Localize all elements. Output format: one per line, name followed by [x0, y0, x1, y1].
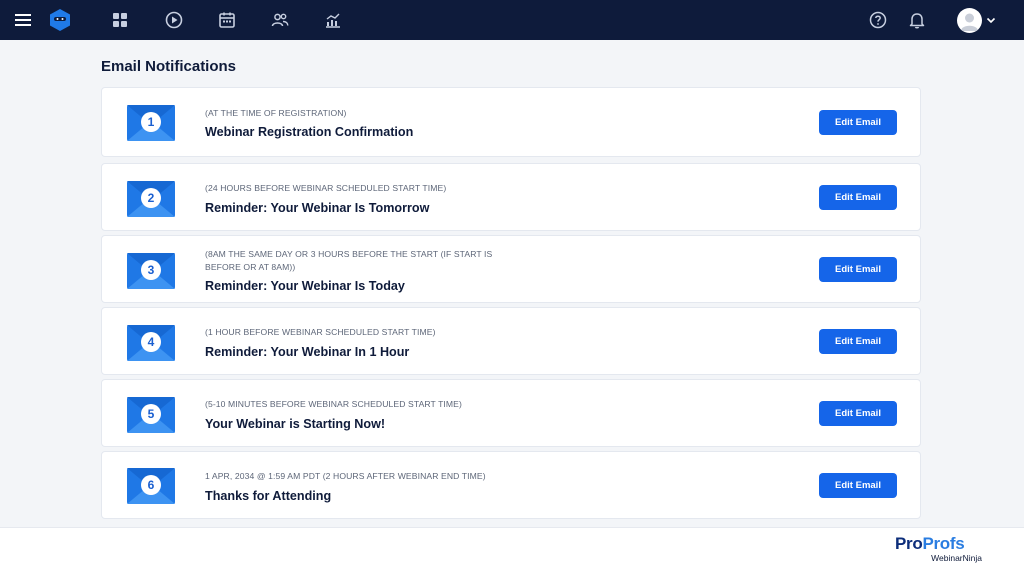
analytics-icon[interactable] — [323, 10, 343, 30]
chevron-down-icon[interactable] — [985, 13, 997, 25]
top-navigation-bar — [0, 0, 1024, 40]
email-card: 1 (AT THE TIME OF REGISTRATION) Webinar … — [101, 87, 921, 157]
email-card: 5 (5-10 MINUTES BEFORE WEBINAR SCHEDULED… — [101, 379, 921, 447]
email-title: Reminder: Your Webinar Is Today — [205, 279, 405, 293]
email-timing: (8AM THE SAME DAY OR 3 HOURS BEFORE THE … — [205, 249, 493, 272]
email-number: 6 — [141, 475, 161, 495]
edit-email-button[interactable]: Edit Email — [819, 110, 897, 135]
email-timing: (1 HOUR BEFORE WEBINAR SCHEDULED START T… — [205, 327, 436, 337]
email-card: 4 (1 HOUR BEFORE WEBINAR SCHEDULED START… — [101, 307, 921, 375]
email-number: 3 — [141, 260, 161, 280]
email-number: 1 — [141, 112, 161, 132]
email-timing: (5-10 MINUTES BEFORE WEBINAR SCHEDULED S… — [205, 399, 462, 409]
email-timing: (AT THE TIME OF REGISTRATION) — [205, 108, 347, 118]
edit-email-button[interactable]: Edit Email — [819, 473, 897, 498]
proprofs-logo: ProProfs WebinarNinja — [895, 535, 987, 564]
edit-email-button[interactable]: Edit Email — [819, 185, 897, 210]
email-title: Reminder: Your Webinar Is Tomorrow — [205, 201, 430, 215]
brand-logo-icon[interactable] — [48, 8, 72, 32]
footer — [0, 527, 1024, 576]
logo-subtitle: WebinarNinja — [931, 553, 982, 563]
envelope-icon: 2 — [127, 181, 175, 217]
envelope-icon: 5 — [127, 397, 175, 433]
email-number: 5 — [141, 404, 161, 424]
avatar[interactable] — [957, 8, 982, 33]
logo-wordmark: ProProfs — [895, 535, 987, 553]
envelope-icon: 1 — [127, 105, 175, 141]
envelope-icon: 6 — [127, 468, 175, 504]
play-icon[interactable] — [164, 10, 184, 30]
email-timing: (24 HOURS BEFORE WEBINAR SCHEDULED START… — [205, 183, 447, 193]
email-number: 2 — [141, 188, 161, 208]
email-title: Thanks for Attending — [205, 489, 332, 503]
envelope-icon: 4 — [127, 325, 175, 361]
email-title: Webinar Registration Confirmation — [205, 125, 414, 139]
edit-email-button[interactable]: Edit Email — [819, 329, 897, 354]
bell-icon[interactable] — [907, 10, 927, 30]
edit-email-button[interactable]: Edit Email — [819, 257, 897, 282]
logo-part-pro: Pro — [895, 534, 923, 553]
envelope-icon: 3 — [127, 253, 175, 289]
email-card: 3 (8AM THE SAME DAY OR 3 HOURS BEFORE TH… — [101, 235, 921, 303]
email-timing: 1 APR, 2034 @ 1:59 AM PDT (2 HOURS AFTER… — [205, 471, 486, 481]
help-icon[interactable] — [868, 10, 888, 30]
menu-icon[interactable] — [13, 10, 33, 30]
logo-part-profs: Profs — [922, 534, 965, 553]
page-title: Email Notifications — [101, 58, 237, 75]
users-icon[interactable] — [270, 10, 290, 30]
email-title: Reminder: Your Webinar In 1 Hour — [205, 345, 410, 359]
edit-email-button[interactable]: Edit Email — [819, 401, 897, 426]
email-card: 2 (24 HOURS BEFORE WEBINAR SCHEDULED STA… — [101, 163, 921, 231]
email-title: Your Webinar is Starting Now! — [205, 417, 386, 431]
email-number: 4 — [141, 332, 161, 352]
calendar-icon[interactable] — [217, 10, 237, 30]
dashboard-icon[interactable] — [110, 10, 130, 30]
email-card: 6 1 APR, 2034 @ 1:59 AM PDT (2 HOURS AFT… — [101, 451, 921, 519]
